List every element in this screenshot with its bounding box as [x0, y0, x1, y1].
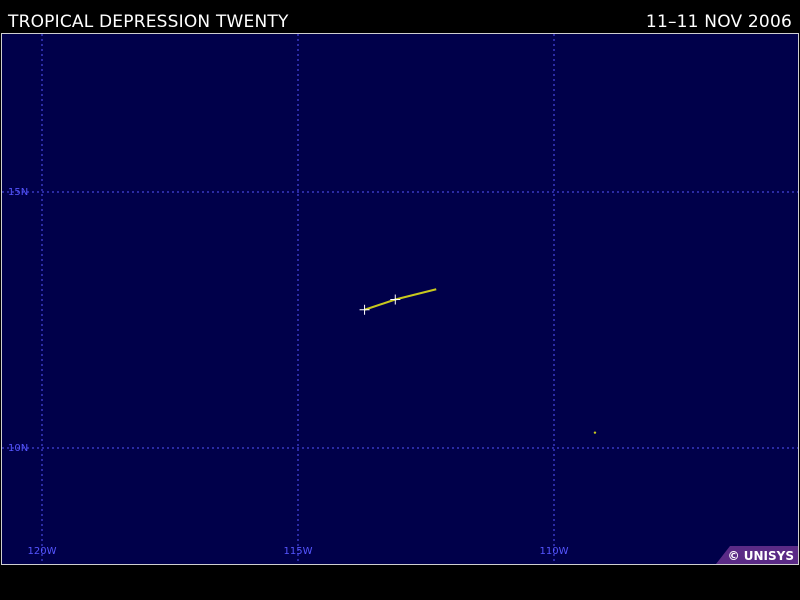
lon-label-0: 120W	[28, 546, 57, 557]
date-range: 11–11 NOV 2006	[645, 12, 792, 32]
lat-label-1: 10N	[8, 443, 28, 454]
lon-label-1: 115W	[284, 546, 313, 557]
lon-label-2: 110W	[540, 546, 569, 557]
storm-title: TROPICAL DEPRESSION TWENTY	[8, 12, 289, 32]
stray-point	[593, 431, 597, 434]
copyright-badge: © UNISYS	[716, 546, 798, 564]
lat-label-0: 15N	[8, 187, 28, 198]
map-canvas: 120W 115W 110W 15N 10N	[2, 34, 798, 564]
storm-track	[364, 288, 437, 311]
copyright-text: © UNISYS	[727, 549, 794, 563]
track-map: 120W 115W 110W 15N 10N © UNISYS	[1, 33, 799, 565]
